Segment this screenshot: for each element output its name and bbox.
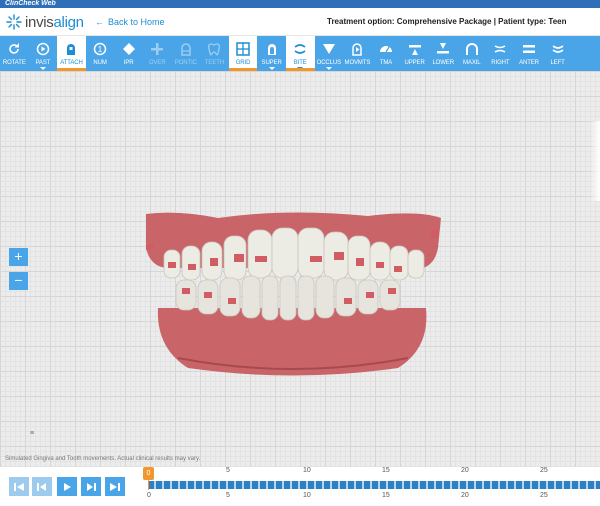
- current-stage-marker[interactable]: 0: [143, 467, 154, 480]
- zoom-in-button[interactable]: +: [9, 248, 28, 266]
- timeline-track[interactable]: [148, 481, 600, 489]
- super-icon: [263, 40, 281, 58]
- app-header: invisalign ← Back to Home Treatment opti…: [0, 8, 600, 36]
- main-toolbar: ROTATE PAST ATTACH 1 NUM IPR OVER PONTIC…: [0, 36, 600, 71]
- window-titlebar: ClinCheck Web: [0, 0, 600, 8]
- occlus-dropdown-caret-icon: [325, 67, 332, 70]
- invisalign-logo: invisalign: [6, 13, 84, 31]
- past-icon: [34, 40, 52, 58]
- step-forward-icon: [87, 482, 96, 491]
- toolbar-over[interactable]: OVER: [143, 36, 172, 71]
- left-icon: [549, 40, 567, 58]
- zoom-in-icon: +: [14, 248, 23, 264]
- back-to-home-link[interactable]: ← Back to Home: [95, 17, 165, 27]
- timeline-tick-bottom: 20: [461, 492, 469, 499]
- skip-to-start-icon: [14, 482, 24, 491]
- back-arrow-icon: ←: [95, 17, 104, 27]
- toolbar-anter[interactable]: ANTER: [515, 36, 544, 71]
- toolbar-left[interactable]: LEFT: [543, 36, 572, 71]
- svg-text:1: 1: [98, 45, 103, 54]
- pontic-icon: [177, 40, 195, 58]
- occlus-icon: [320, 40, 338, 58]
- toolbar-past[interactable]: PAST: [29, 36, 58, 71]
- timeline-tick-top: 25: [540, 467, 548, 474]
- step-back-icon: [37, 482, 46, 491]
- toolbar-rotate[interactable]: ROTATE: [0, 36, 29, 71]
- playback-bar: 5 10 15 20 25 0 0 5 10 15 20 25: [0, 467, 600, 506]
- stage-timeline[interactable]: 5 10 15 20 25 0 0 5 10 15 20 25: [140, 467, 600, 506]
- toolbar-tma[interactable]: TMA: [372, 36, 401, 71]
- timeline-tick-top: 15: [382, 467, 390, 474]
- super-dropdown-caret-icon: [268, 67, 275, 70]
- toolbar-pontic[interactable]: PONTIC: [172, 36, 201, 71]
- tma-icon: [377, 40, 395, 58]
- bite-icon: [291, 40, 309, 58]
- skip-to-end-icon: [110, 482, 120, 491]
- movements-icon: [348, 40, 366, 58]
- toolbar-right[interactable]: RIGHT: [486, 36, 515, 71]
- toolbar-maxil[interactable]: MAXIL: [458, 36, 487, 71]
- timeline-tick-bottom: 15: [382, 492, 390, 499]
- play-icon: [64, 482, 71, 491]
- lower-icon: [434, 40, 452, 58]
- last-stage-button[interactable]: [105, 477, 125, 496]
- 3d-workspace[interactable]: + − ≡ Simulated Gingiva and Tooth moveme…: [0, 71, 600, 467]
- timeline-tick-top: 20: [461, 467, 469, 474]
- ipr-icon: [120, 40, 138, 58]
- rotate-icon: [5, 40, 23, 58]
- toolbar-occlus[interactable]: OCCLUS: [315, 36, 344, 71]
- timeline-tick-bottom: 5: [226, 492, 230, 499]
- right-edge-fade: [590, 121, 600, 201]
- toolbar-super[interactable]: SUPER: [257, 36, 286, 71]
- play-button[interactable]: [57, 477, 77, 496]
- zoom-out-button[interactable]: −: [9, 272, 28, 290]
- timeline-tick-top: 5: [226, 467, 230, 474]
- overlay-icon: [148, 40, 166, 58]
- toolbar-bite[interactable]: BITE: [285, 36, 315, 71]
- back-to-home-label: Back to Home: [108, 17, 165, 27]
- next-stage-button[interactable]: [81, 477, 101, 496]
- toolbar-teeth[interactable]: TEETH: [200, 36, 229, 71]
- toolbar-ipr[interactable]: IPR: [114, 36, 143, 71]
- timeline-tick-bottom: 0: [147, 492, 151, 499]
- first-stage-button[interactable]: [9, 477, 29, 496]
- past-dropdown-caret-icon: [39, 67, 46, 70]
- timeline-tick-bottom: 10: [303, 492, 311, 499]
- dental-model-3d[interactable]: [138, 208, 448, 378]
- invisalign-star-icon: [6, 14, 22, 30]
- upper-icon: [406, 40, 424, 58]
- timeline-tick-bottom: 25: [540, 492, 548, 499]
- menu-handle-icon[interactable]: ≡: [30, 430, 34, 437]
- previous-stage-button[interactable]: [32, 477, 52, 496]
- grid-icon: [234, 40, 252, 58]
- teeth-icon: [205, 40, 223, 58]
- simulation-disclaimer: Simulated Gingiva and Tooth movements. A…: [5, 456, 201, 462]
- timeline-tick-top: 10: [303, 467, 311, 474]
- bite-dropdown-caret-icon: [297, 67, 304, 70]
- toolbar-movmts[interactable]: MOVMTS: [343, 36, 372, 71]
- logo-text: invisalign: [25, 13, 84, 31]
- anterior-icon: [520, 40, 538, 58]
- toolbar-upper[interactable]: UPPER: [400, 36, 429, 71]
- toolbar-attach[interactable]: ATTACH: [57, 36, 86, 71]
- toolbar-grid[interactable]: GRID: [228, 36, 258, 71]
- treatment-info: Treatment option: Comprehensive Package …: [327, 17, 567, 26]
- right-icon: [491, 40, 509, 58]
- zoom-out-icon: −: [14, 272, 23, 288]
- toolbar-lower[interactable]: LOWER: [429, 36, 458, 71]
- num-icon: 1: [91, 40, 109, 58]
- attach-icon: [62, 40, 80, 58]
- toolbar-num[interactable]: 1 NUM: [86, 36, 115, 71]
- current-stage-line: [148, 480, 149, 490]
- maxil-icon: [463, 40, 481, 58]
